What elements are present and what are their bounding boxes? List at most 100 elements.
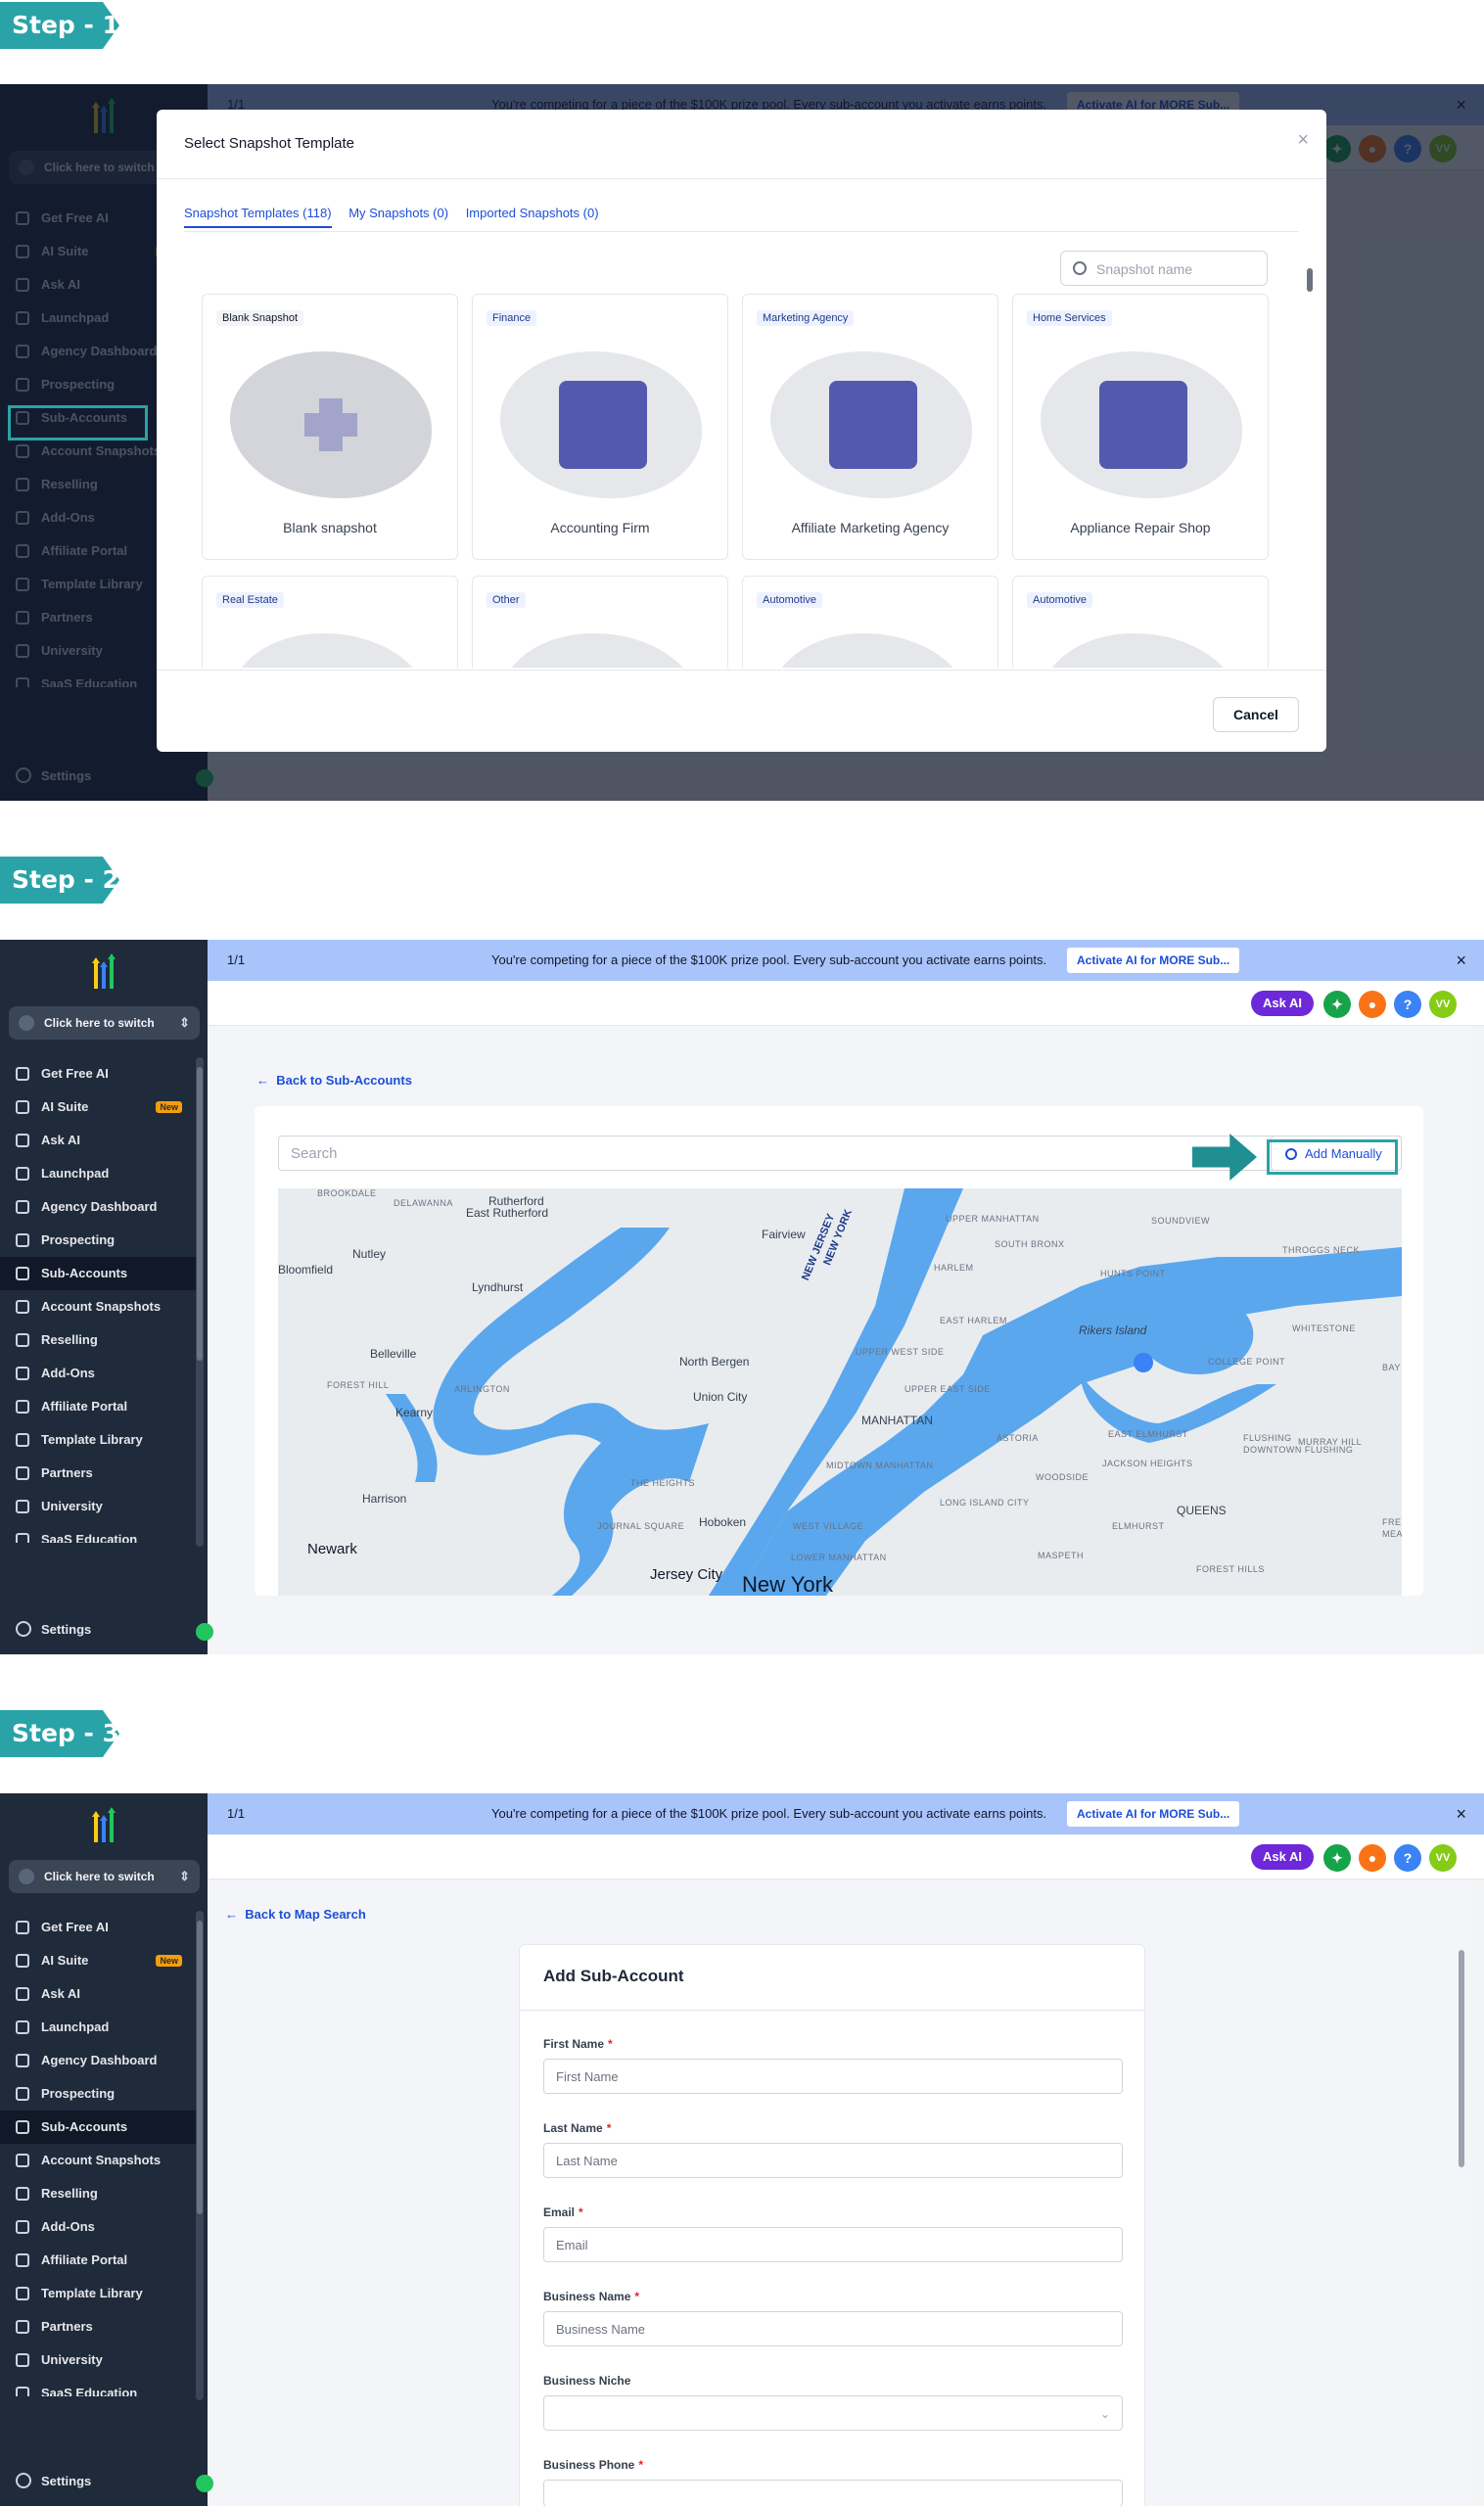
- sidebar-settings[interactable]: Settings: [16, 1621, 91, 1637]
- snapshot-card[interactable]: Marketing Agency Affiliate Marketing Age…: [742, 294, 998, 560]
- page-scrollbar[interactable]: [1472, 1026, 1484, 1654]
- avatar[interactable]: VV: [1429, 1844, 1457, 1872]
- activate-ai-button[interactable]: Activate AI for MORE Sub...: [1067, 1801, 1240, 1827]
- collapse-sidebar-button[interactable]: [196, 2475, 213, 2492]
- sidebar-item-sub-accounts[interactable]: Sub-Accounts: [0, 1257, 196, 1290]
- arrow-left-icon: ←: [256, 1073, 277, 1088]
- sidebar-item-sub-accounts[interactable]: Sub-Accounts: [0, 2111, 196, 2144]
- switcher-label: Click here to switch: [44, 1016, 155, 1030]
- snapshot-search-input[interactable]: Snapshot name: [1060, 251, 1268, 286]
- banner-pager[interactable]: 1/1: [227, 940, 245, 981]
- email-field[interactable]: Email: [543, 2227, 1123, 2262]
- help-icon[interactable]: ?: [1394, 991, 1421, 1018]
- sidebar-item-prospecting[interactable]: Prospecting: [0, 2077, 196, 2111]
- sidebar-item-prospecting[interactable]: Prospecting: [0, 1224, 196, 1257]
- search-placeholder: Search: [291, 1145, 338, 1162]
- divider: [184, 231, 1299, 232]
- snapshot-card[interactable]: Real Estate: [202, 576, 458, 668]
- activate-ai-button[interactable]: Activate AI for MORE Sub...: [1067, 948, 1240, 973]
- map-view[interactable]: Rutherford East Rutherford DELAWANNA BRO…: [278, 1188, 1402, 1596]
- snapshot-card[interactable]: Automotive: [742, 576, 998, 668]
- business-name-label: Business Name *: [543, 2290, 640, 2303]
- snapshot-tabs: Snapshot Templates (118) My Snapshots (0…: [184, 206, 613, 228]
- map-label: LONG ISLAND CITY: [940, 1498, 1030, 1508]
- back-to-sub-accounts-link[interactable]: ← Back to Sub-Accounts: [256, 1073, 412, 1088]
- back-to-map-search-link[interactable]: ← Back to Map Search: [225, 1907, 366, 1922]
- sidebar-item-account-snapshots[interactable]: Account Snapshots: [0, 1290, 196, 1323]
- repair-illustration: [1041, 351, 1242, 498]
- map-label: JACKSON HEIGHTS: [1102, 1459, 1193, 1468]
- sidebar-item-template-library[interactable]: Template Library: [0, 1423, 196, 1457]
- account-switcher[interactable]: Click here to switch ⇕: [9, 1006, 200, 1040]
- snapshot-card[interactable]: Finance Accounting Firm: [472, 294, 728, 560]
- sidebar-item-affiliate-portal[interactable]: Affiliate Portal: [0, 1390, 196, 1423]
- sidebar-item-ask-ai[interactable]: Ask AI: [0, 1124, 196, 1157]
- sidebar-item-get-free-ai[interactable]: Get Free AI: [0, 1911, 196, 1944]
- sidebar-item-partners[interactable]: Partners: [0, 1457, 196, 1490]
- divider: [157, 178, 1326, 179]
- snapshot-card[interactable]: Automotive: [1012, 576, 1269, 668]
- people-icon: [16, 1400, 29, 1414]
- sidebar-item-get-free-ai[interactable]: Get Free AI: [0, 1057, 196, 1091]
- account-switcher[interactable]: Click here to switch ⇕: [9, 1860, 200, 1893]
- sidebar-item-university[interactable]: University: [0, 2344, 196, 2377]
- first-name-field[interactable]: First Name: [543, 2059, 1123, 2094]
- tab-snapshot-templates[interactable]: Snapshot Templates (118): [184, 206, 332, 228]
- business-name-field[interactable]: Business Name: [543, 2311, 1123, 2346]
- sidebar-item-template-library[interactable]: Template Library: [0, 2277, 196, 2310]
- map-label: Jersey City: [650, 1566, 723, 1583]
- help-icon[interactable]: ?: [1394, 1844, 1421, 1872]
- sidebar-item-launchpad[interactable]: Launchpad: [0, 1157, 196, 1190]
- map-label: MANHATTAN: [861, 1414, 933, 1427]
- collapse-sidebar-button[interactable]: [196, 1623, 213, 1641]
- banner-pager[interactable]: 1/1: [227, 1793, 245, 1834]
- megaphone-icon[interactable]: ✦: [1323, 1844, 1351, 1872]
- sidebar-item-saas-education[interactable]: SaaS Education: [0, 1523, 196, 1543]
- ask-ai-button[interactable]: Ask AI: [1251, 991, 1314, 1016]
- sidebar-scroll-thumb[interactable]: [197, 1067, 203, 1361]
- sidebar-item-add-ons[interactable]: Add-Ons: [0, 2210, 196, 2244]
- sidebar-scroll-thumb[interactable]: [197, 1921, 203, 2214]
- sidebar-item-label: Prospecting: [41, 2086, 116, 2101]
- sidebar-settings[interactable]: Settings: [16, 2473, 91, 2488]
- map-search-input[interactable]: Search: [278, 1136, 1286, 1171]
- sidebar-item-ask-ai[interactable]: Ask AI: [0, 1977, 196, 2011]
- content-scrollbar[interactable]: [1459, 1950, 1464, 2167]
- sidebar-item-partners[interactable]: Partners: [0, 2310, 196, 2344]
- avatar[interactable]: VV: [1429, 991, 1457, 1018]
- tab-imported-snapshots[interactable]: Imported Snapshots (0): [466, 206, 599, 226]
- sidebar-item-saas-education[interactable]: SaaS Education: [0, 2377, 196, 2396]
- sidebar-item-affiliate-portal[interactable]: Affiliate Portal: [0, 2244, 196, 2277]
- ask-ai-button[interactable]: Ask AI: [1251, 1844, 1314, 1870]
- map-label: DELAWANNA: [394, 1198, 453, 1208]
- cancel-button[interactable]: Cancel: [1213, 697, 1299, 732]
- sidebar-item-reselling[interactable]: Reselling: [0, 2177, 196, 2210]
- modal-scrollbar[interactable]: [1307, 251, 1313, 652]
- sidebar-item-launchpad[interactable]: Launchpad: [0, 2011, 196, 2044]
- snapshot-card[interactable]: Blank Snapshot Blank snapshot: [202, 294, 458, 560]
- sidebar: Click here to switch ⇕ Get Free AI AI Su…: [0, 1793, 213, 2506]
- sidebar-item-ai-suite[interactable]: AI Suite New: [0, 1944, 196, 1977]
- sidebar-item-add-ons[interactable]: Add-Ons: [0, 1357, 196, 1390]
- snapshot-card[interactable]: Other: [472, 576, 728, 668]
- sidebar-item-agency-dashboard[interactable]: Agency Dashboard: [0, 1190, 196, 1224]
- sidebar-item-reselling[interactable]: Reselling: [0, 1323, 196, 1357]
- divider: [520, 2010, 1144, 2011]
- business-niche-select[interactable]: ⌄: [543, 2395, 1123, 2431]
- sidebar-item-university[interactable]: University: [0, 1490, 196, 1523]
- promo-banner: 1/1 You're competing for a piece of the …: [208, 1793, 1484, 1834]
- sidebar-item-ai-suite[interactable]: AI Suite New: [0, 1091, 196, 1124]
- tab-my-snapshots[interactable]: My Snapshots (0): [348, 206, 448, 226]
- close-banner-icon[interactable]: ×: [1456, 940, 1466, 981]
- close-icon[interactable]: ×: [1297, 129, 1309, 152]
- bell-icon[interactable]: ●: [1359, 1844, 1386, 1872]
- snapshot-card[interactable]: Home Services Appliance Repair Shop: [1012, 294, 1269, 560]
- sidebar-item-agency-dashboard[interactable]: Agency Dashboard: [0, 2044, 196, 2077]
- bell-icon[interactable]: ●: [1359, 991, 1386, 1018]
- page-scrollbar[interactable]: [1472, 1880, 1484, 2506]
- business-phone-field[interactable]: [543, 2480, 1123, 2506]
- megaphone-icon[interactable]: ✦: [1323, 991, 1351, 1018]
- sidebar-item-account-snapshots[interactable]: Account Snapshots: [0, 2144, 196, 2177]
- close-banner-icon[interactable]: ×: [1456, 1793, 1466, 1834]
- last-name-field[interactable]: Last Name: [543, 2143, 1123, 2178]
